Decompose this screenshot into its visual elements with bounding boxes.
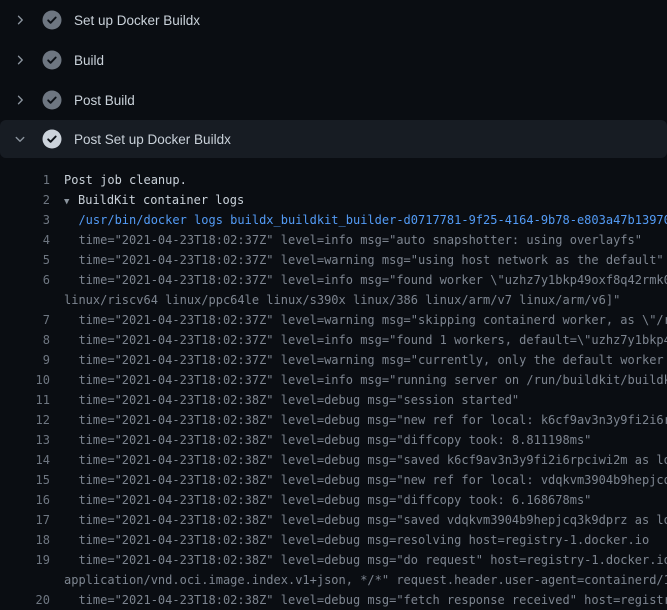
- log-line: 14 time="2021-04-23T18:02:38Z" level=deb…: [0, 450, 667, 470]
- line-number: [0, 290, 50, 310]
- log-text: time="2021-04-23T18:02:38Z" level=debug …: [64, 510, 667, 530]
- check-circle-icon: [42, 50, 62, 70]
- log-viewer: 1 Post job cleanup. 2 ▼BuildKit containe…: [0, 160, 667, 610]
- log-text: time="2021-04-23T18:02:38Z" level=debug …: [64, 390, 667, 410]
- line-number[interactable]: 6: [0, 270, 50, 290]
- log-text: BuildKit container logs: [78, 193, 244, 207]
- log-line: 15 time="2021-04-23T18:02:38Z" level=deb…: [0, 470, 667, 490]
- log-text: time="2021-04-23T18:02:38Z" level=debug …: [64, 410, 667, 430]
- log-line: 1 Post job cleanup.: [0, 170, 667, 190]
- chevron-right-icon[interactable]: [12, 14, 28, 26]
- line-number[interactable]: 14: [0, 450, 50, 470]
- log-line: 19 time="2021-04-23T18:02:38Z" level=deb…: [0, 550, 667, 570]
- log-line: 4 time="2021-04-23T18:02:37Z" level=info…: [0, 230, 667, 250]
- log-line: 10 time="2021-04-23T18:02:37Z" level=inf…: [0, 370, 667, 390]
- step-row-set-up-docker-buildx[interactable]: Set up Docker Buildx: [0, 0, 667, 40]
- log-line: 9 time="2021-04-23T18:02:37Z" level=warn…: [0, 350, 667, 370]
- log-line: 13 time="2021-04-23T18:02:38Z" level=deb…: [0, 430, 667, 450]
- line-number[interactable]: 19: [0, 550, 50, 570]
- log-line: 5 time="2021-04-23T18:02:37Z" level=warn…: [0, 250, 667, 270]
- line-number: [0, 570, 50, 590]
- step-title: Set up Docker Buildx: [74, 13, 200, 28]
- check-circle-icon: [42, 129, 62, 149]
- line-number[interactable]: 10: [0, 370, 50, 390]
- chevron-right-icon[interactable]: [12, 54, 28, 66]
- log-text: time="2021-04-23T18:02:38Z" level=debug …: [64, 490, 667, 510]
- log-text: time="2021-04-23T18:02:38Z" level=debug …: [64, 450, 667, 470]
- log-text: time="2021-04-23T18:02:38Z" level=debug …: [64, 430, 667, 450]
- line-number[interactable]: 7: [0, 310, 50, 330]
- chevron-down-icon[interactable]: [12, 133, 28, 145]
- line-number[interactable]: 15: [0, 470, 50, 490]
- log-line-continuation: linux/riscv64 linux/ppc64le linux/s390x …: [0, 290, 667, 310]
- log-line: 8 time="2021-04-23T18:02:37Z" level=info…: [0, 330, 667, 350]
- log-line-continuation: application/vnd.oci.image.index.v1+json,…: [0, 570, 667, 590]
- log-text: /usr/bin/docker logs buildx_buildkit_bui…: [64, 210, 667, 230]
- line-number[interactable]: 11: [0, 390, 50, 410]
- step-title: Build: [74, 53, 104, 68]
- steps-list: Set up Docker Buildx Build Post Build Po…: [0, 0, 667, 158]
- step-row-build[interactable]: Build: [0, 40, 667, 80]
- log-text: time="2021-04-23T18:02:37Z" level=info m…: [64, 370, 667, 390]
- log-line: 6 time="2021-04-23T18:02:37Z" level=info…: [0, 270, 667, 290]
- line-number[interactable]: 2: [0, 190, 50, 210]
- line-number[interactable]: 12: [0, 410, 50, 430]
- log-line: 12 time="2021-04-23T18:02:38Z" level=deb…: [0, 410, 667, 430]
- triangle-down-icon[interactable]: ▼: [64, 192, 78, 210]
- log-text: time="2021-04-23T18:02:38Z" level=debug …: [64, 550, 667, 570]
- step-row-post-build[interactable]: Post Build: [0, 80, 667, 120]
- log-line: 16 time="2021-04-23T18:02:38Z" level=deb…: [0, 490, 667, 510]
- step-title: Post Set up Docker Buildx: [74, 132, 231, 147]
- log-line: 20 time="2021-04-23T18:02:38Z" level=deb…: [0, 590, 667, 610]
- log-text: time="2021-04-23T18:02:37Z" level=warnin…: [64, 310, 667, 330]
- step-title: Post Build: [74, 93, 135, 108]
- log-text: time="2021-04-23T18:02:38Z" level=debug …: [64, 590, 667, 610]
- log-text: time="2021-04-23T18:02:37Z" level=warnin…: [64, 250, 667, 270]
- log-text: time="2021-04-23T18:02:38Z" level=debug …: [64, 530, 667, 550]
- line-number[interactable]: 1: [0, 170, 50, 190]
- log-line-group-header: 2 ▼BuildKit container logs: [0, 190, 667, 210]
- log-line: 3 /usr/bin/docker logs buildx_buildkit_b…: [0, 210, 667, 230]
- log-line: 17 time="2021-04-23T18:02:38Z" level=deb…: [0, 510, 667, 530]
- log-line: 11 time="2021-04-23T18:02:38Z" level=deb…: [0, 390, 667, 410]
- check-circle-icon: [42, 10, 62, 30]
- line-number[interactable]: 8: [0, 330, 50, 350]
- log-text: application/vnd.oci.image.index.v1+json,…: [64, 570, 667, 590]
- log-line: 18 time="2021-04-23T18:02:38Z" level=deb…: [0, 530, 667, 550]
- line-number[interactable]: 5: [0, 250, 50, 270]
- line-number[interactable]: 3: [0, 210, 50, 230]
- line-number[interactable]: 18: [0, 530, 50, 550]
- chevron-right-icon[interactable]: [12, 94, 28, 106]
- step-row-post-set-up-docker-buildx[interactable]: Post Set up Docker Buildx: [0, 120, 667, 158]
- log-text: linux/riscv64 linux/ppc64le linux/s390x …: [64, 290, 667, 310]
- line-number[interactable]: 9: [0, 350, 50, 370]
- log-text: time="2021-04-23T18:02:37Z" level=warnin…: [64, 350, 667, 370]
- line-number[interactable]: 4: [0, 230, 50, 250]
- line-number[interactable]: 17: [0, 510, 50, 530]
- line-number[interactable]: 20: [0, 590, 50, 610]
- log-line: 7 time="2021-04-23T18:02:37Z" level=warn…: [0, 310, 667, 330]
- log-text: time="2021-04-23T18:02:37Z" level=info m…: [64, 270, 667, 290]
- line-number[interactable]: 13: [0, 430, 50, 450]
- log-text: time="2021-04-23T18:02:37Z" level=info m…: [64, 330, 667, 350]
- log-text: time="2021-04-23T18:02:38Z" level=debug …: [64, 470, 667, 490]
- check-circle-icon: [42, 90, 62, 110]
- log-text: Post job cleanup.: [64, 170, 667, 190]
- log-text: time="2021-04-23T18:02:37Z" level=info m…: [64, 230, 667, 250]
- line-number[interactable]: 16: [0, 490, 50, 510]
